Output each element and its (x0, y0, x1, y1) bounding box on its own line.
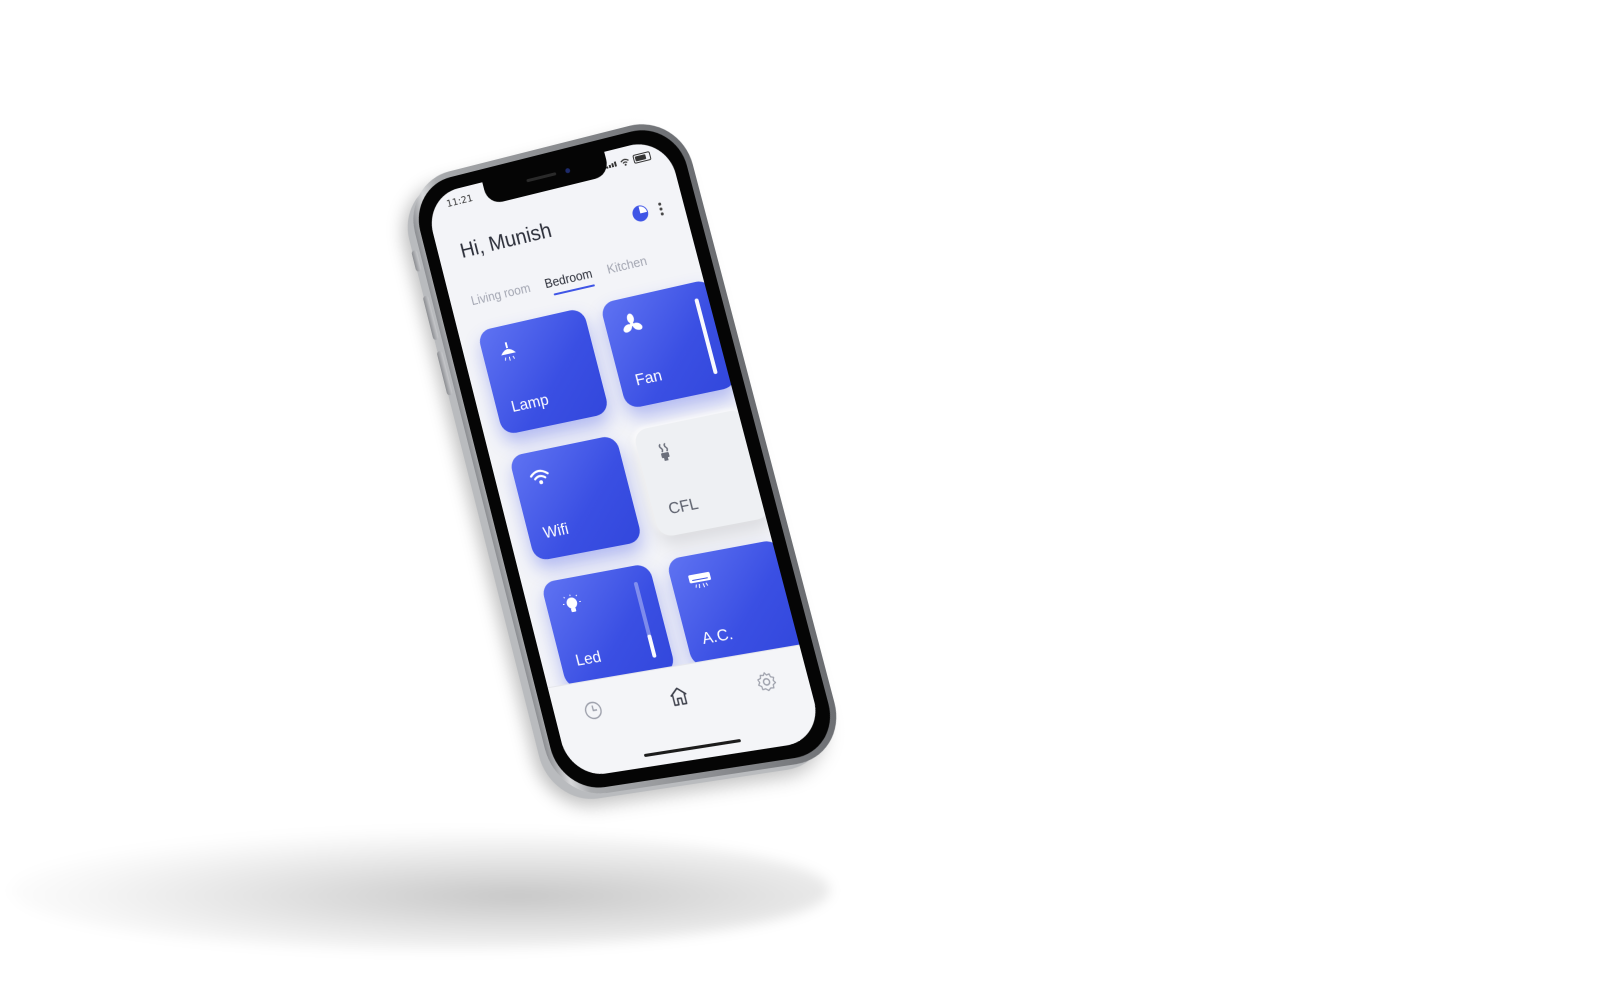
wifi-icon (527, 465, 553, 491)
device-tile-lamp[interactable]: Lamp (477, 308, 610, 436)
battery-icon (632, 151, 651, 164)
device-tile-fan[interactable]: Fan (600, 279, 738, 410)
front-camera (565, 168, 571, 174)
device-label: CFL (667, 496, 701, 520)
clock-icon[interactable] (580, 698, 606, 723)
cfl-bulb-icon (652, 439, 679, 465)
tab-living-room[interactable]: Living room (470, 281, 534, 314)
phone-mockup: 11:21 Hi, Munish Living room Bedroom Kit… (403, 113, 849, 800)
air-conditioner-icon (685, 568, 716, 595)
fan-speed-fill (694, 298, 718, 374)
device-label: Lamp (510, 392, 551, 417)
status-icons (605, 151, 652, 171)
device-label: A.C. (700, 626, 735, 649)
wifi-status-icon (619, 157, 630, 167)
fan-speed-slider[interactable] (694, 298, 718, 374)
home-indicator[interactable] (644, 739, 741, 757)
signal-icon (605, 161, 617, 168)
header-actions (631, 200, 665, 223)
home-icon[interactable] (665, 684, 692, 710)
tab-bedroom[interactable]: Bedroom (543, 267, 595, 297)
device-label: Led (574, 649, 604, 671)
gear-icon[interactable] (753, 669, 781, 695)
fan-icon (619, 311, 645, 337)
pie-chart-icon[interactable] (631, 204, 650, 223)
floor-shadow (10, 830, 830, 950)
greeting-title: Hi, Munish (458, 219, 554, 264)
stage: 11:21 Hi, Munish Living room Bedroom Kit… (0, 0, 1600, 1000)
device-grid: Lamp Fan Wifi CFL Led A.C. (477, 278, 809, 689)
status-time: 11:21 (445, 193, 474, 210)
device-tile-cfl[interactable]: CFL (632, 408, 771, 538)
more-vertical-icon[interactable] (658, 202, 664, 215)
bottom-nav-items (580, 669, 780, 723)
device-label: Fan (633, 367, 664, 390)
device-tile-wifi[interactable]: Wifi (509, 435, 643, 562)
bulb-icon (559, 592, 585, 617)
led-brightness-fill (647, 635, 657, 658)
device-label: Wifi (542, 521, 571, 543)
speaker (526, 172, 556, 182)
led-brightness-slider[interactable] (634, 582, 657, 658)
tab-kitchen[interactable]: Kitchen (605, 254, 650, 283)
lamp-icon (495, 339, 520, 365)
